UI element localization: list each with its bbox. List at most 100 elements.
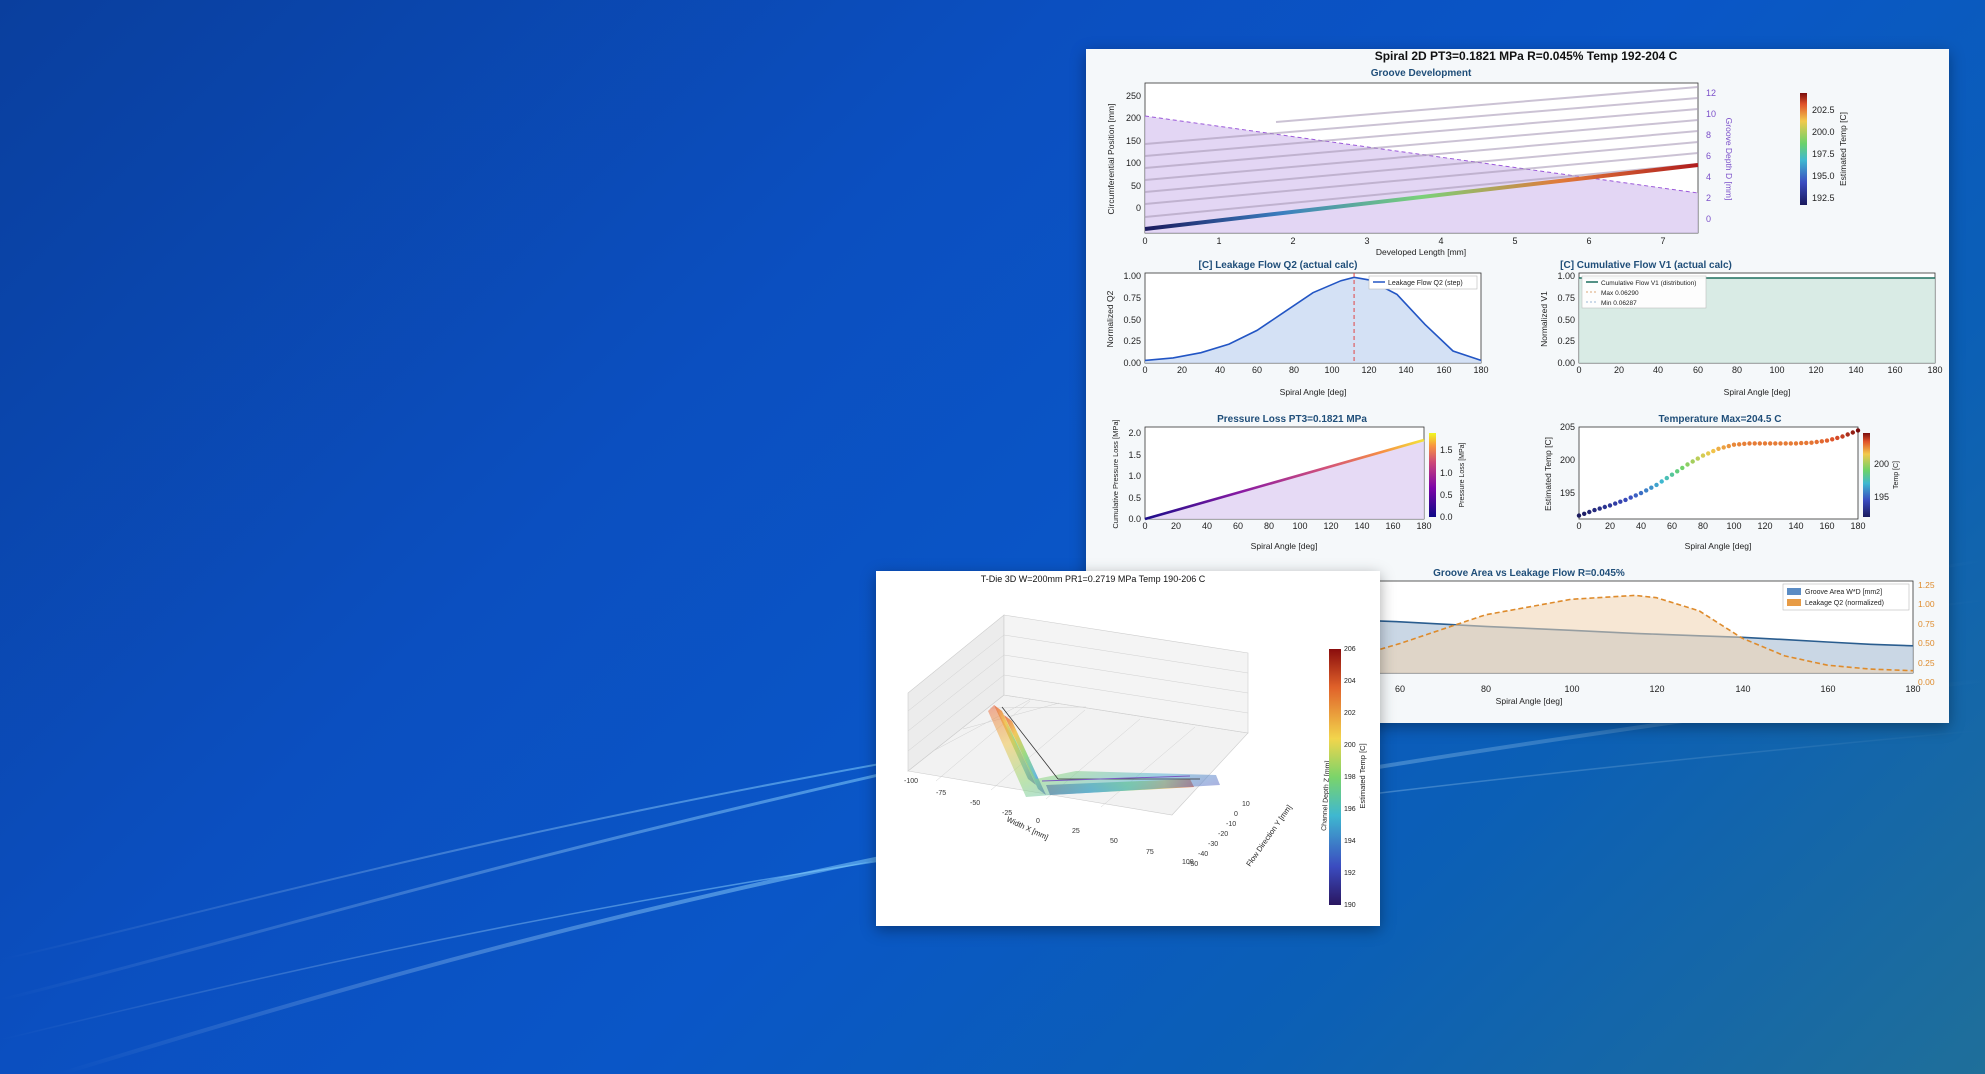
- temp-point: [1633, 493, 1638, 498]
- groove-y2tick: 12: [1706, 88, 1716, 98]
- ploss-ytick: 0.0: [1128, 514, 1141, 524]
- area-xtick: 100: [1564, 684, 1579, 694]
- groove-ytick: 200: [1126, 113, 1141, 123]
- temp-title: Temperature Max=204.5 C: [1659, 414, 1782, 425]
- tdie-cbar-tick: 192: [1344, 870, 1356, 877]
- tdie-cbar-tick: 204: [1344, 678, 1356, 685]
- groove-development-plot: Groove Development 0 1 2 3 4 5 6 7 0 50 …: [1106, 68, 1848, 257]
- groove-cbar-tick: 197.5: [1812, 149, 1835, 159]
- groove-ytick: 250: [1126, 91, 1141, 101]
- temp-point: [1700, 453, 1706, 458]
- temp-point: [1576, 513, 1582, 518]
- temp-point: [1592, 507, 1597, 513]
- tdie-xtick: 50: [1110, 838, 1118, 845]
- groove-xtick: 6: [1586, 236, 1591, 246]
- groove-colorbar: [1800, 93, 1807, 205]
- q2-xtick: 0: [1142, 365, 1147, 375]
- figure-title: Spiral 2D PT3=0.1821 MPa R=0.045% Temp 1…: [1375, 49, 1678, 63]
- ploss-xtick: 120: [1323, 521, 1338, 531]
- temp-point: [1773, 441, 1778, 446]
- q2-ytick: 0.00: [1123, 358, 1141, 368]
- v1-xtick: 60: [1693, 365, 1703, 375]
- temp-ytick: 205: [1560, 422, 1575, 432]
- ploss-cbar-tick: 1.5: [1440, 445, 1453, 455]
- tdie-xtick: 25: [1072, 828, 1080, 835]
- ploss-cbar-tick: 1.0: [1440, 468, 1453, 478]
- area-xtick: 120: [1649, 684, 1664, 694]
- groove-xlabel: Developed Length [mm]: [1376, 247, 1466, 257]
- groove-title: Groove Development: [1371, 68, 1472, 79]
- tdie-ytick: -10: [1226, 821, 1236, 828]
- temp-point: [1793, 441, 1799, 446]
- tdie-ylabel: Flow Direction Y [mm]: [1244, 803, 1293, 868]
- temp-point: [1649, 485, 1654, 490]
- temp-point: [1644, 488, 1649, 493]
- groove-cbar-label: Estimated Temp [C]: [1838, 112, 1848, 186]
- temp-point: [1845, 432, 1850, 437]
- v1-xtick: 40: [1653, 365, 1663, 375]
- tdie-title: T-Die 3D W=200mm PR1=0.2719 MPa Temp 190…: [981, 574, 1206, 584]
- temp-xtick: 120: [1757, 521, 1772, 531]
- groove-ytick: 100: [1126, 158, 1141, 168]
- ploss-cbar-tick: 0.0: [1440, 512, 1453, 522]
- temp-point: [1809, 440, 1814, 445]
- q2-ytick: 0.50: [1123, 315, 1141, 325]
- tdie-ytick: -50: [1188, 861, 1198, 868]
- v1-xtick: 20: [1614, 365, 1624, 375]
- temp-point: [1742, 441, 1747, 446]
- ploss-ylabel: Cumulative Pressure Loss [MPa]: [1111, 419, 1120, 528]
- temp-point: [1721, 445, 1726, 450]
- temp-point: [1788, 441, 1793, 446]
- temp-point: [1690, 459, 1695, 464]
- v1-xlabel: Spiral Angle [deg]: [1724, 387, 1791, 397]
- q2-xtick: 160: [1436, 365, 1451, 375]
- tdie-cbar-tick: 206: [1344, 646, 1356, 653]
- temp-xlabel: Spiral Angle [deg]: [1685, 541, 1752, 551]
- temp-point: [1695, 456, 1700, 461]
- ploss-xtick: 0: [1142, 521, 1147, 531]
- temp-point: [1737, 442, 1742, 447]
- tdie-xtick: -75: [936, 790, 946, 797]
- tdie-3d-window[interactable]: T-Die 3D W=200mm PR1=0.2719 MPa Temp 190…: [876, 571, 1380, 926]
- v1-legend-item: Max 0.06290: [1601, 290, 1639, 297]
- tdie-ytick: 10: [1242, 801, 1250, 808]
- temp-cbar-label: Temp [C]: [1893, 461, 1900, 489]
- temp-point: [1757, 441, 1762, 446]
- groove-y2tick: 6: [1706, 151, 1711, 161]
- q2-xtick: 20: [1177, 365, 1187, 375]
- temp-ylabel: Estimated Temp [C]: [1543, 437, 1553, 511]
- v1-ytick: 0.25: [1557, 336, 1575, 346]
- groove-y2tick: 10: [1706, 109, 1716, 119]
- tdie-xtick: -100: [904, 778, 918, 785]
- v1-title: [C] Cumulative Flow V1 (actual calc): [1560, 260, 1732, 271]
- ploss-cbar-label: Pressure Loss [MPa]: [1459, 442, 1466, 507]
- q2-xtick: 140: [1398, 365, 1413, 375]
- temp-point: [1706, 451, 1711, 456]
- tdie-colorbar: [1329, 649, 1341, 905]
- groove-xtick: 0: [1142, 236, 1147, 246]
- temp-cbar-tick: 195: [1874, 492, 1889, 502]
- v1-plot: [C] Cumulative Flow V1 (actual calc) Cum…: [1539, 260, 1943, 397]
- temp-point: [1726, 443, 1731, 449]
- temp-xtick: 80: [1698, 521, 1708, 531]
- v1-xtick: 180: [1927, 365, 1942, 375]
- temp-point: [1618, 499, 1623, 504]
- area-y2tick: 0.75: [1918, 619, 1935, 629]
- groove-cbar-tick: 192.5: [1812, 193, 1835, 203]
- temp-point: [1613, 501, 1618, 506]
- tdie-xtick: 75: [1146, 849, 1154, 856]
- q2-ylabel: Normalized Q2: [1105, 290, 1115, 347]
- q2-plot: [C] Leakage Flow Q2 (actual calc) Leakag…: [1105, 260, 1489, 397]
- ploss-title: Pressure Loss PT3=0.1821 MPa: [1217, 414, 1367, 425]
- groove-y2tick: 8: [1706, 130, 1711, 140]
- temp-xtick: 40: [1636, 521, 1646, 531]
- groove-y2label: Groove Depth D [mm]: [1724, 118, 1734, 201]
- groove-xtick: 2: [1290, 236, 1295, 246]
- temperature-plot: Temperature Max=204.5 C 0 20 40 60 80 10…: [1543, 414, 1900, 551]
- tdie-3d-axes: -100 -75 -50 -25 0 25 50 75 100 -50 -40 …: [904, 614, 1332, 868]
- tdie-cbar-tick: 194: [1344, 838, 1356, 845]
- q2-xtick: 80: [1289, 365, 1299, 375]
- groove-xtick: 3: [1364, 236, 1369, 246]
- groove-xtick: 4: [1438, 236, 1443, 246]
- temp-point: [1855, 428, 1861, 433]
